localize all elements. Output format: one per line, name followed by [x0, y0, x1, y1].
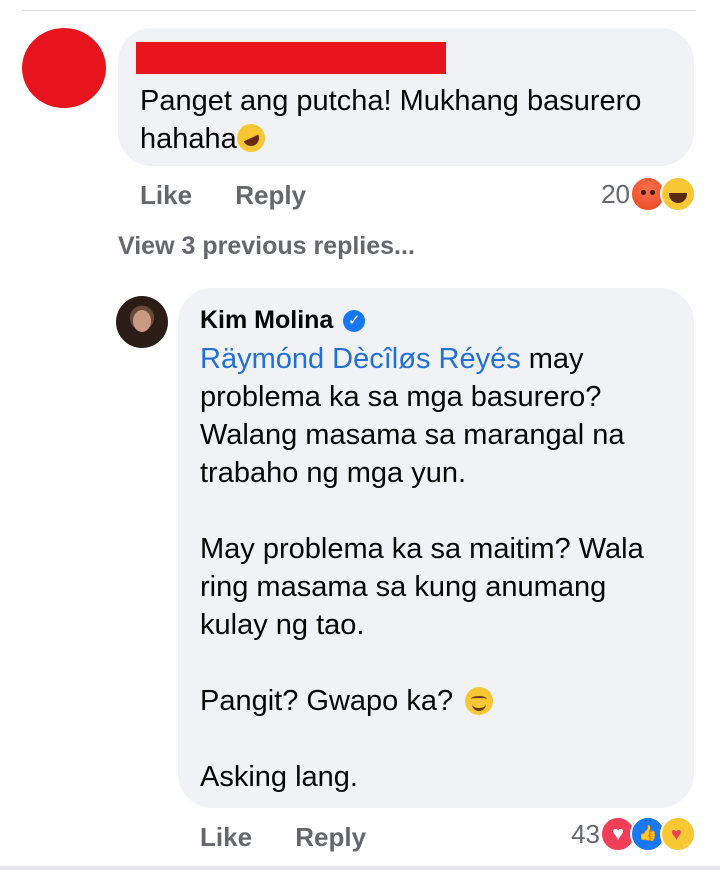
- comment-text: Panget ang putcha! Mukhang basurero haha…: [140, 85, 642, 157]
- reply-text: Räymónd Dècîløs Réyés may problema ka sa…: [200, 340, 680, 834]
- comment-reactions[interactable]: 20: [601, 176, 696, 212]
- avatar-redacted[interactable]: [22, 28, 106, 108]
- laugh-icon: [660, 176, 696, 212]
- comment-bubble: Panget ang putcha! Mukhang basurero haha…: [118, 28, 694, 166]
- view-previous-replies-link[interactable]: View 3 previous replies...: [118, 232, 415, 261]
- reply-author-row: Kim Molina: [200, 306, 366, 335]
- verified-badge-icon: [343, 309, 366, 332]
- like-button[interactable]: Like: [140, 180, 192, 210]
- reply-paragraph-4: Asking lang.: [200, 761, 358, 793]
- rolling-on-floor-laughing-icon: [232, 119, 270, 157]
- avatar-kim-molina[interactable]: [116, 296, 168, 348]
- reaction-count: 43: [571, 818, 600, 849]
- reply-actions: Like Reply: [200, 822, 402, 853]
- like-button[interactable]: Like: [200, 822, 252, 852]
- reply-bubble: Kim Molina Räymónd Dècîløs Réyés may pro…: [178, 288, 694, 808]
- top-divider: [22, 10, 696, 11]
- reply-button[interactable]: Reply: [295, 822, 366, 852]
- reply-paragraph-2: May problema ka sa maitim? Wala ring mas…: [200, 533, 644, 641]
- reply-author-name[interactable]: Kim Molina: [200, 306, 333, 335]
- smiling-face-icon: [465, 687, 494, 715]
- reply-paragraph-1: Räymónd Dècîløs Réyés may problema ka sa…: [200, 343, 625, 489]
- care-icon: [660, 816, 696, 852]
- reply-paragraph-3: Pangit? Gwapo ka?: [200, 682, 680, 720]
- mention-link[interactable]: Räymónd Dècîløs Réyés: [200, 343, 521, 375]
- reaction-count: 20: [601, 178, 630, 209]
- bottom-divider: [0, 866, 720, 870]
- redacted-author-name: [136, 42, 446, 74]
- comment-actions: Like Reply: [140, 180, 342, 211]
- reply-reactions[interactable]: 43: [571, 816, 696, 852]
- reply-button[interactable]: Reply: [235, 180, 306, 210]
